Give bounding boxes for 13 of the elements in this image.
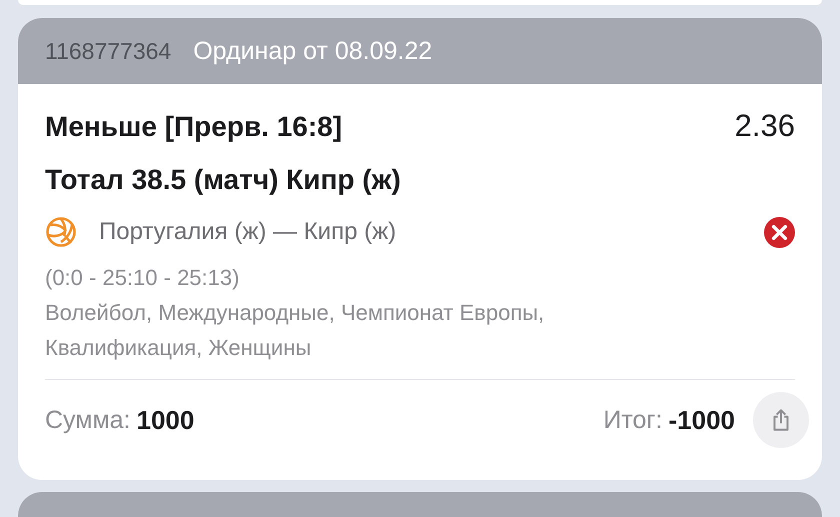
bet-id: 1168777364 xyxy=(45,38,172,64)
bet-type-date: Ординар от 08.09.22 xyxy=(193,36,432,66)
result-label: Итог: xyxy=(603,406,662,434)
result-value: -1000 xyxy=(668,404,735,436)
stake-value: 1000 xyxy=(136,404,194,436)
volleyball-icon xyxy=(45,216,77,248)
selection-name: Тотал 38.5 (матч) Кипр (ж) xyxy=(45,164,402,196)
odds-value: 2.36 xyxy=(734,108,795,144)
match-score: (0:0 - 25:10 - 25:13) xyxy=(45,264,240,292)
market-name: Меньше [Прерв. 16:8] xyxy=(45,111,342,143)
tournament-name: Волейбол, Международные, Чемпионат Европы, Квалификация, Женщины xyxy=(45,299,546,362)
stake-label: Сумма: xyxy=(45,406,130,434)
event-name: Португалия (ж) — Кипр (ж) xyxy=(99,218,398,246)
